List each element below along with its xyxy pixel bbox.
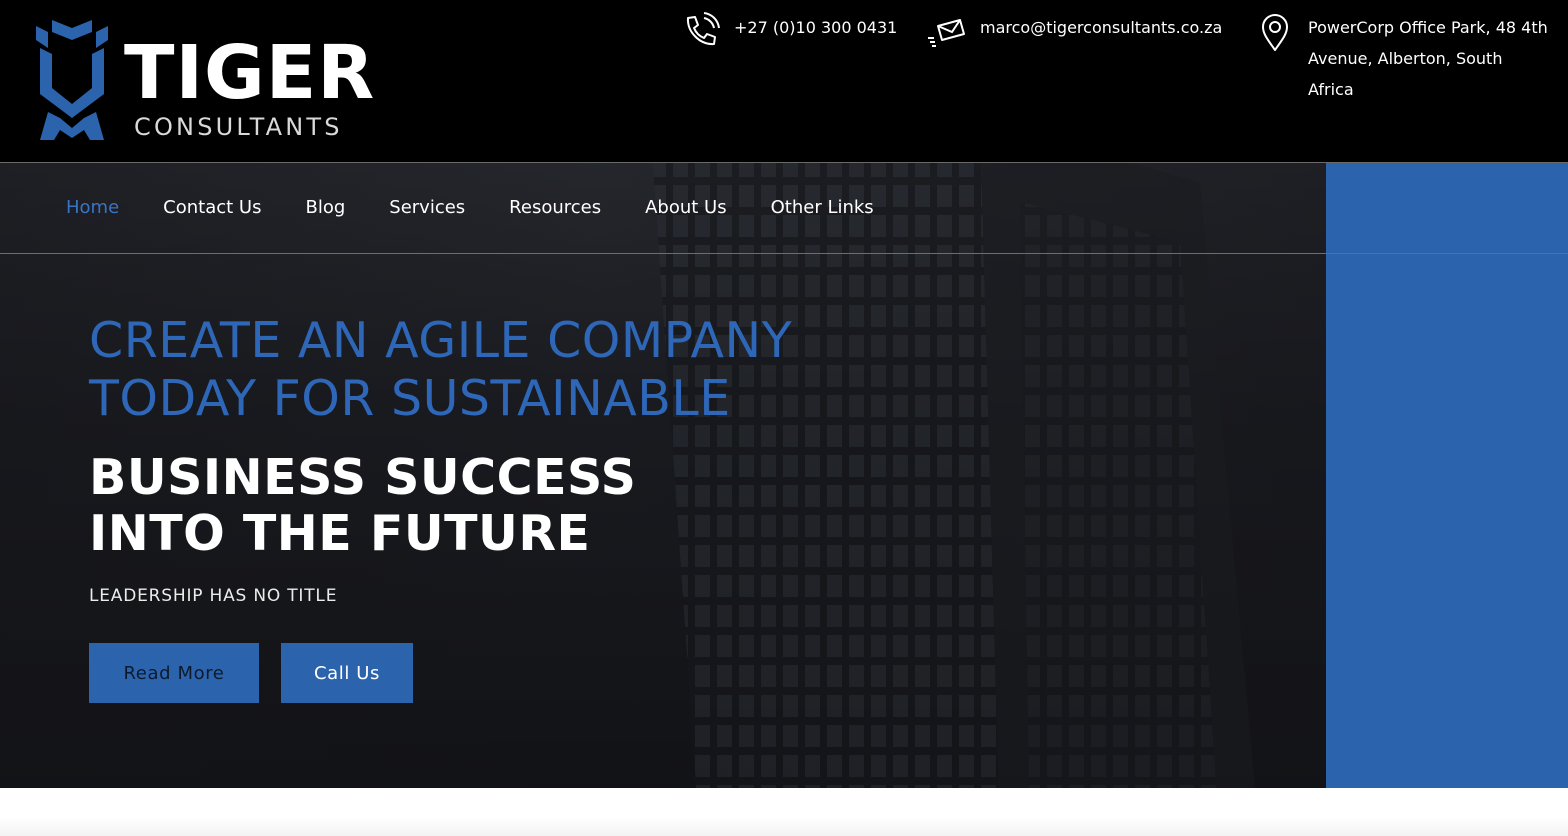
nav-resources[interactable]: Resources xyxy=(509,194,601,222)
logo-wordmark: TIGER xyxy=(124,30,376,116)
nav-home[interactable]: Home xyxy=(66,194,119,222)
nav-services[interactable]: Services xyxy=(389,194,465,222)
phone-icon xyxy=(686,12,720,46)
contact-email[interactable]: marco@tigerconsultants.co.za xyxy=(926,12,1222,52)
site-logo[interactable]: TIGER CONSULTANTS xyxy=(30,14,374,146)
hero-headline-blue-line-2: TODAY FOR SUSTAINABLE xyxy=(89,370,731,427)
email-text: marco@tigerconsultants.co.za xyxy=(980,18,1223,37)
building-background-image xyxy=(652,162,1256,788)
nav-bottom-divider xyxy=(0,253,1568,254)
nav-about-us[interactable]: About Us xyxy=(645,194,727,222)
nav-blog[interactable]: Blog xyxy=(305,194,345,222)
top-header: TIGER CONSULTANTS +27 (0)10 300 0431 mar… xyxy=(0,0,1568,162)
nav-other-links[interactable]: Other Links xyxy=(771,194,874,222)
read-more-button[interactable]: Read More xyxy=(89,643,259,703)
logo-subtitle: CONSULTANTS xyxy=(134,113,343,141)
phone-text: +27 (0)10 300 0431 xyxy=(734,18,898,37)
location-pin-icon xyxy=(1262,14,1288,51)
hero-headline-blue: CREATE AN AGILE COMPANY TODAY FOR SUSTAI… xyxy=(89,312,792,428)
side-accent-panel xyxy=(1326,162,1568,788)
main-navigation: Home Contact Us Blog Services Resources … xyxy=(66,194,918,222)
address-line-2: Avenue, Alberton, South Africa xyxy=(1308,49,1503,99)
contact-phone[interactable]: +27 (0)10 300 0431 xyxy=(680,12,897,52)
nav-top-divider xyxy=(0,162,1568,163)
hero-headline-white: BUSINESS SUCCESS INTO THE FUTURE xyxy=(89,450,636,562)
mail-icon xyxy=(928,19,965,47)
hero-headline-blue-line-1: CREATE AN AGILE COMPANY xyxy=(89,312,793,369)
tiger-logo-icon xyxy=(36,20,108,140)
hero-tagline: LEADERSHIP HAS NO TITLE xyxy=(89,586,338,606)
call-us-button[interactable]: Call Us xyxy=(281,643,413,703)
nav-contact-us[interactable]: Contact Us xyxy=(163,194,261,222)
page-below-fold xyxy=(0,788,1568,836)
contact-address[interactable]: PowerCorp Office Park, 48 4th Avenue, Al… xyxy=(1258,12,1548,105)
address-line-1: PowerCorp Office Park, 48 4th xyxy=(1308,18,1548,37)
hero-headline-white-line-1: BUSINESS SUCCESS xyxy=(89,449,637,506)
hero-headline-white-line-2: INTO THE FUTURE xyxy=(89,505,591,562)
address-text: PowerCorp Office Park, 48 4th Avenue, Al… xyxy=(1308,12,1548,105)
